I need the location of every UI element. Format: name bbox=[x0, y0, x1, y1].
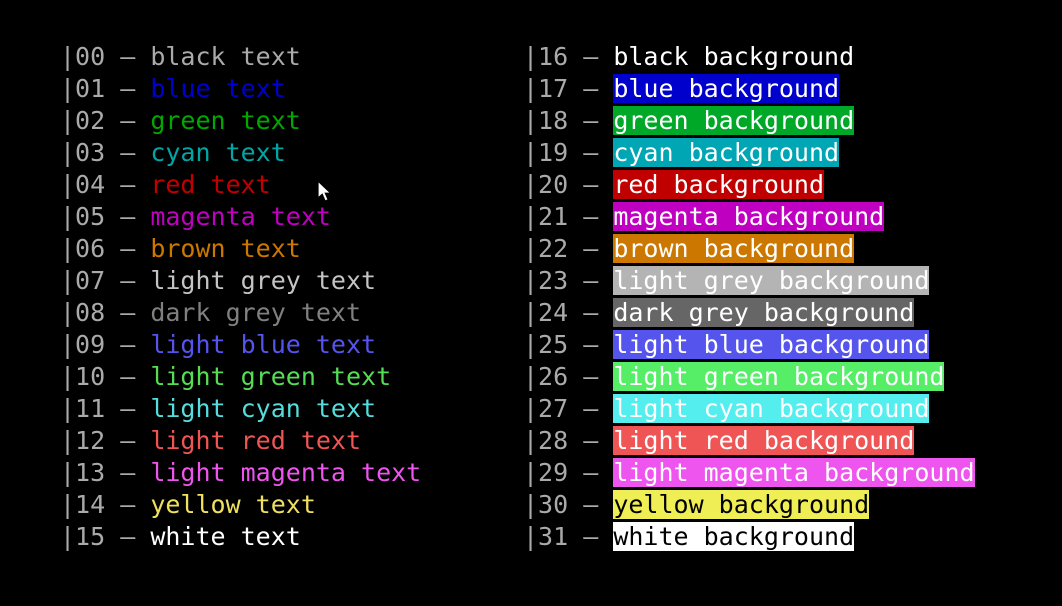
color-index-label: |16 – bbox=[523, 42, 614, 71]
color-index-label: |22 – bbox=[523, 234, 614, 263]
foreground-color-sample: green text bbox=[150, 106, 301, 135]
color-index-label: |09 – bbox=[60, 330, 151, 359]
background-color-row: |24 – dark grey background bbox=[523, 297, 975, 329]
foreground-color-row: |08 – dark grey text bbox=[60, 297, 421, 329]
color-index-label: |04 – bbox=[60, 170, 151, 199]
color-index-label: |00 – bbox=[60, 42, 151, 71]
foreground-color-sample: yellow text bbox=[150, 490, 316, 519]
background-color-sample: light magenta background bbox=[613, 458, 975, 487]
background-color-sample: white background bbox=[613, 522, 855, 551]
color-index-label: |02 – bbox=[60, 106, 151, 135]
foreground-color-row: |01 – blue text bbox=[60, 73, 421, 105]
background-color-sample: light blue background bbox=[613, 330, 930, 359]
color-index-label: |19 – bbox=[523, 138, 614, 167]
background-color-row: |26 – light green background bbox=[523, 361, 975, 393]
background-color-sample: red background bbox=[613, 170, 825, 199]
background-color-sample: light red background bbox=[613, 426, 915, 455]
color-index-label: |21 – bbox=[523, 202, 614, 231]
background-color-sample: brown background bbox=[613, 234, 855, 263]
background-color-sample: blue background bbox=[613, 74, 840, 103]
background-color-sample: green background bbox=[613, 106, 855, 135]
color-index-label: |26 – bbox=[523, 362, 614, 391]
foreground-color-sample: red text bbox=[150, 170, 271, 199]
color-index-label: |20 – bbox=[523, 170, 614, 199]
color-index-label: |15 – bbox=[60, 522, 151, 551]
foreground-color-sample: light red text bbox=[150, 426, 362, 455]
background-color-row: |28 – light red background bbox=[523, 425, 975, 457]
background-color-row: |19 – cyan background bbox=[523, 137, 975, 169]
color-index-label: |07 – bbox=[60, 266, 151, 295]
foreground-color-sample: brown text bbox=[150, 234, 301, 263]
foreground-color-row: |02 – green text bbox=[60, 105, 421, 137]
background-color-sample: black background bbox=[613, 42, 855, 71]
terminal-screen: |00 – black text |01 – blue text |02 – gre… bbox=[0, 0, 1062, 606]
color-index-label: |08 – bbox=[60, 298, 151, 327]
foreground-color-column: |00 – black text |01 – blue text |02 – gre… bbox=[60, 41, 421, 553]
foreground-color-row: |00 – black text bbox=[60, 41, 421, 73]
background-color-sample: light green background bbox=[613, 362, 945, 391]
background-color-sample: light grey background bbox=[613, 266, 930, 295]
background-color-sample: light cyan background bbox=[613, 394, 930, 423]
background-color-row: |20 – red background bbox=[523, 169, 975, 201]
foreground-color-row: |05 – magenta text bbox=[60, 201, 421, 233]
background-color-sample: cyan background bbox=[613, 138, 840, 167]
background-color-row: |17 – blue background bbox=[523, 73, 975, 105]
foreground-color-row: |10 – light green text bbox=[60, 361, 421, 393]
background-color-row: |29 – light magenta background bbox=[523, 457, 975, 489]
foreground-color-sample: light blue text bbox=[150, 330, 377, 359]
background-color-row: |27 – light cyan background bbox=[523, 393, 975, 425]
color-index-label: |25 – bbox=[523, 330, 614, 359]
background-color-sample: dark grey background bbox=[613, 298, 915, 327]
foreground-color-sample: white text bbox=[150, 522, 301, 551]
background-color-sample: yellow background bbox=[613, 490, 870, 519]
color-index-label: |24 – bbox=[523, 298, 614, 327]
foreground-color-row: |15 – white text bbox=[60, 521, 421, 553]
color-index-label: |18 – bbox=[523, 106, 614, 135]
foreground-color-row: |07 – light grey text bbox=[60, 265, 421, 297]
background-color-row: |30 – yellow background bbox=[523, 489, 975, 521]
background-color-row: |25 – light blue background bbox=[523, 329, 975, 361]
background-color-row: |16 – black background bbox=[523, 41, 975, 73]
background-color-row: |23 – light grey background bbox=[523, 265, 975, 297]
background-color-sample: magenta background bbox=[613, 202, 885, 231]
color-index-label: |31 – bbox=[523, 522, 614, 551]
foreground-color-sample: light green text bbox=[150, 362, 392, 391]
color-index-label: |27 – bbox=[523, 394, 614, 423]
foreground-color-sample: light grey text bbox=[150, 266, 377, 295]
background-color-row: |21 – magenta background bbox=[523, 201, 975, 233]
foreground-color-row: |06 – brown text bbox=[60, 233, 421, 265]
foreground-color-sample: cyan text bbox=[150, 138, 286, 167]
color-index-label: |01 – bbox=[60, 74, 151, 103]
foreground-color-sample: blue text bbox=[150, 74, 286, 103]
foreground-color-sample: magenta text bbox=[150, 202, 331, 231]
color-index-label: |17 – bbox=[523, 74, 614, 103]
foreground-color-row: |13 – light magenta text bbox=[60, 457, 421, 489]
foreground-color-sample: light magenta text bbox=[150, 458, 422, 487]
foreground-color-row: |03 – cyan text bbox=[60, 137, 421, 169]
background-color-row: |22 – brown background bbox=[523, 233, 975, 265]
color-index-label: |13 – bbox=[60, 458, 151, 487]
color-index-label: |03 – bbox=[60, 138, 151, 167]
foreground-color-sample: black text bbox=[150, 42, 301, 71]
background-color-row: |18 – green background bbox=[523, 105, 975, 137]
color-index-label: |23 – bbox=[523, 266, 614, 295]
color-index-label: |28 – bbox=[523, 426, 614, 455]
foreground-color-row: |12 – light red text bbox=[60, 425, 421, 457]
background-color-row: |31 – white background bbox=[523, 521, 975, 553]
foreground-color-sample: dark grey text bbox=[150, 298, 362, 327]
color-index-label: |11 – bbox=[60, 394, 151, 423]
foreground-color-row: |09 – light blue text bbox=[60, 329, 421, 361]
background-color-column: |16 – black background |17 – blue backgro… bbox=[523, 41, 975, 553]
color-index-label: |10 – bbox=[60, 362, 151, 391]
foreground-color-sample: light cyan text bbox=[150, 394, 377, 423]
foreground-color-row: |14 – yellow text bbox=[60, 489, 421, 521]
color-index-label: |12 – bbox=[60, 426, 151, 455]
color-index-label: |05 – bbox=[60, 202, 151, 231]
color-index-label: |14 – bbox=[60, 490, 151, 519]
color-index-label: |06 – bbox=[60, 234, 151, 263]
foreground-color-row: |11 – light cyan text bbox=[60, 393, 421, 425]
foreground-color-row: |04 – red text bbox=[60, 169, 421, 201]
color-index-label: |29 – bbox=[523, 458, 614, 487]
color-index-label: |30 – bbox=[523, 490, 614, 519]
